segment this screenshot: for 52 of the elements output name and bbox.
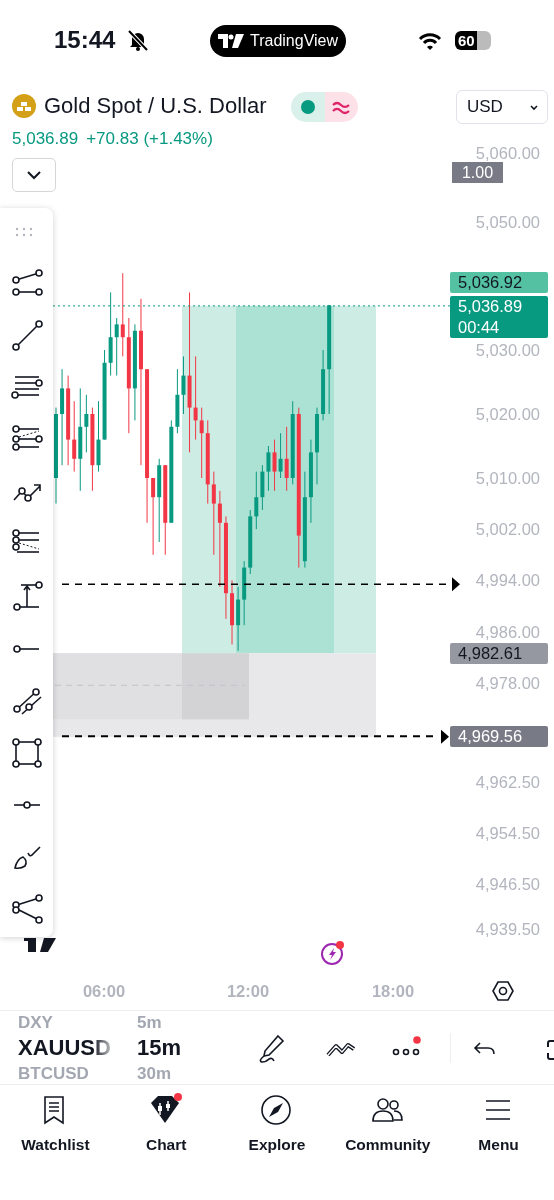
rectangle-icon[interactable] — [10, 736, 43, 769]
price-axis-label: 4,962.50 — [475, 772, 540, 792]
lightning-icon[interactable] — [320, 940, 346, 966]
price-change: +70.83 (+1.43%) — [86, 128, 213, 150]
measure-icon[interactable] — [10, 580, 43, 613]
nav-tab[interactable]: Explore — [222, 1093, 332, 1157]
price-axis-label: 5,030.00 — [475, 340, 540, 360]
settings-icon[interactable] — [492, 980, 514, 1002]
nav-tab[interactable]: Chart — [111, 1093, 222, 1157]
price-axis-label: 4,946.50 — [475, 874, 540, 894]
price-axis-label: 5,060.00 — [475, 143, 540, 163]
time-axis-label: 18:00 — [371, 981, 415, 1001]
logo-icon — [217, 34, 244, 48]
price-axis-label: 4,986.00 — [475, 622, 540, 642]
price-badge: 4,969.56 — [450, 726, 548, 747]
symbol-option[interactable]: XAUUSD — [18, 1032, 118, 1063]
nav-tab[interactable]: Menu — [443, 1093, 554, 1157]
price-axis-label: 4,994.00 — [475, 570, 540, 590]
price-badge: 4,982.61 — [450, 643, 548, 664]
nav-tab[interactable]: Community — [332, 1093, 443, 1157]
pitchfork-icon[interactable] — [10, 892, 43, 925]
price-axis-label: 5,020.00 — [475, 404, 540, 424]
price-badge: 5,036.89 00:44 — [450, 296, 548, 338]
coin-icon — [12, 94, 36, 118]
last-price: 5,036.89 — [12, 128, 79, 150]
status-time: 15:44 — [54, 26, 116, 54]
price-axis-label: 4,954.50 — [475, 823, 540, 843]
delayed-data-icon — [325, 92, 358, 122]
time-axis-label: 06:00 — [82, 981, 126, 1001]
scale-badge: 1.00 — [452, 162, 503, 183]
collapse-button[interactable] — [12, 158, 56, 192]
time-axis-label: 12:00 — [226, 981, 270, 1001]
price-axis-label: 5,010.00 — [475, 468, 540, 488]
muted-bell-icon — [127, 29, 149, 51]
alert-line[interactable] — [61, 577, 460, 592]
currency-select[interactable]: USD — [456, 90, 548, 124]
chevron-icon — [26, 170, 42, 180]
price-badge: 5,036.92 — [450, 272, 548, 293]
caret-icon — [529, 103, 539, 112]
market-open-indicator — [291, 92, 325, 122]
symbol-title: Gold Spot / U.S. Dollar — [44, 92, 267, 120]
price-axis-label: 4,978.00 — [475, 673, 540, 693]
logo-icon — [22, 938, 58, 952]
nav-tab[interactable]: Watchlist — [0, 1093, 111, 1157]
app-name: TradingView — [249, 31, 338, 51]
price-axis-label: 5,002.00 — [475, 519, 540, 539]
price-axis-label: 4,939.50 — [475, 919, 540, 939]
interval-option[interactable]: 15m — [137, 1032, 182, 1063]
wifi-icon — [418, 33, 442, 51]
trend-line-icon[interactable] — [10, 320, 43, 353]
price-axis-label: 5,050.00 — [475, 212, 540, 232]
battery-level: 60 — [455, 31, 491, 50]
